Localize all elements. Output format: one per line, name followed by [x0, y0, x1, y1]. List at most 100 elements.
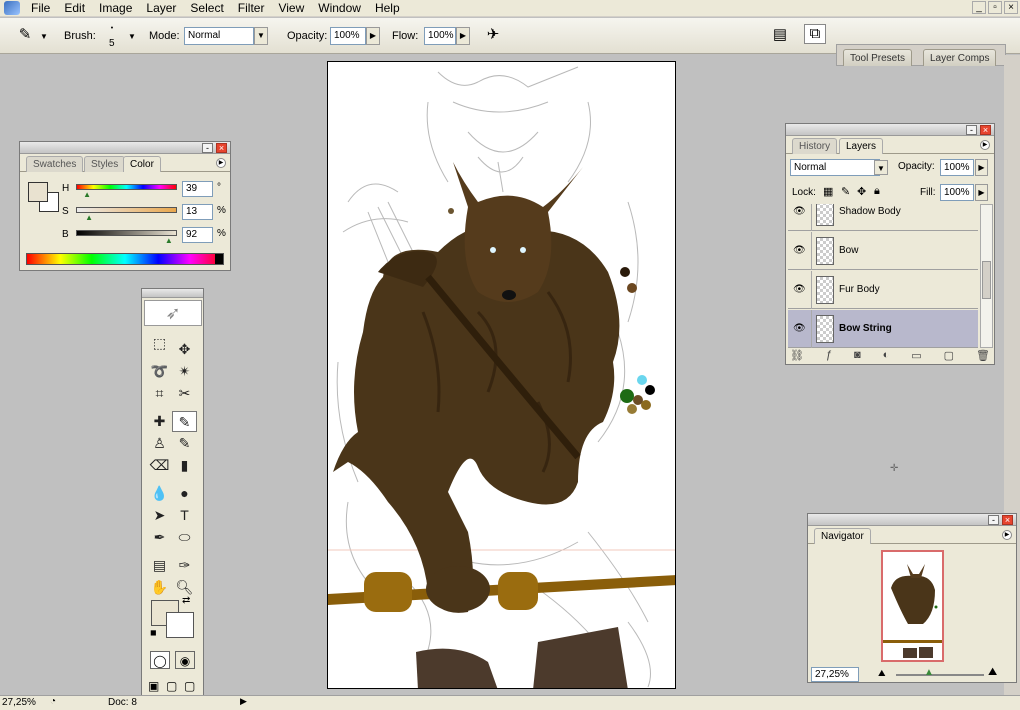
magic-wand-icon[interactable]: ✴: [172, 361, 197, 382]
menu-image[interactable]: Image: [92, 0, 139, 16]
pen-icon[interactable]: ✒: [147, 527, 172, 548]
layer-list-scrollbar[interactable]: [980, 204, 993, 348]
color-slider-thumb[interactable]: ▲: [165, 236, 173, 245]
navigator-zoom-field[interactable]: 27,25%: [811, 667, 859, 682]
new-group-icon[interactable]: ▭: [911, 349, 921, 363]
fill-field[interactable]: 100%: [940, 184, 974, 201]
panel-close-button[interactable]: ×: [980, 125, 991, 135]
color-ramp[interactable]: [26, 253, 224, 265]
zoom-slider-thumb[interactable]: ▲: [924, 667, 934, 678]
airbrush-icon[interactable]: ✈: [482, 26, 504, 44]
menu-view[interactable]: View: [271, 0, 311, 16]
panel-menu-icon[interactable]: ▶: [1002, 530, 1012, 540]
fill-arrow-icon[interactable]: ▶: [975, 184, 988, 201]
quick-mask-icon[interactable]: ◉: [175, 651, 195, 669]
tab-navigator[interactable]: Navigator: [814, 528, 871, 544]
status-info-icon[interactable]: ◔: [50, 696, 56, 707]
delete-layer-icon[interactable]: 🗑︎: [976, 349, 990, 363]
tab-history[interactable]: History: [792, 138, 838, 154]
document-canvas[interactable]: [327, 61, 676, 689]
restore-button[interactable]: ▫: [988, 1, 1002, 14]
gradient-icon[interactable]: ▮: [172, 455, 197, 476]
blur-icon[interactable]: 💧: [147, 483, 172, 504]
tab-swatches[interactable]: Swatches: [26, 156, 84, 172]
lock-all-icon[interactable]: 🔒︎: [874, 185, 880, 198]
navigator-preview[interactable]: [881, 550, 944, 662]
menu-select[interactable]: Select: [183, 0, 230, 16]
brush-picker-chevron-down-icon[interactable]: ▼: [126, 28, 138, 46]
lasso-icon[interactable]: ➰: [147, 361, 172, 382]
dodge-icon[interactable]: ●: [172, 483, 197, 504]
flow-arrow-icon[interactable]: ▶: [456, 27, 470, 45]
menu-layer[interactable]: Layer: [139, 0, 183, 16]
eye-icon[interactable]: 👁︎: [793, 206, 806, 217]
panel-minimize-button[interactable]: -: [202, 143, 213, 153]
layer-visibility-cell[interactable]: 👁︎: [788, 271, 812, 309]
default-colors-icon[interactable]: ◼: [150, 628, 157, 637]
zoom-slider[interactable]: [896, 674, 984, 676]
path-selection-icon[interactable]: ➤: [147, 505, 172, 526]
standard-mode-icon[interactable]: ◯: [150, 651, 170, 669]
menu-filter[interactable]: Filter: [231, 0, 272, 16]
opacity-arrow-icon[interactable]: ▶: [366, 27, 380, 45]
mode-chevron-down-icon[interactable]: ▼: [254, 27, 268, 45]
layer-mask-icon[interactable]: ◙: [854, 349, 861, 363]
notes-icon[interactable]: ▤: [147, 555, 172, 576]
lock-transparency-icon[interactable]: ▦: [823, 185, 833, 198]
type-icon[interactable]: T: [172, 505, 197, 526]
color-slider-track[interactable]: [76, 184, 177, 190]
blend-mode-select[interactable]: Normal: [790, 159, 880, 176]
feather-icon[interactable]: ➶: [144, 300, 202, 326]
status-menu-arrow-icon[interactable]: ▶: [240, 696, 247, 707]
brush-tip-dot-icon[interactable]: •: [106, 20, 118, 38]
scrollbar-thumb[interactable]: [982, 261, 991, 299]
eye-icon[interactable]: 👁︎: [793, 284, 806, 295]
mode-select[interactable]: Normal: [184, 27, 254, 45]
layer-visibility-cell[interactable]: 👁︎: [788, 232, 812, 270]
layer-opacity-field[interactable]: 100%: [940, 159, 974, 176]
tab-layer-comps[interactable]: Layer Comps: [923, 49, 997, 66]
eye-icon[interactable]: 👁︎: [793, 245, 806, 256]
minimize-button[interactable]: _: [972, 1, 986, 14]
flow-field[interactable]: 100%: [424, 27, 456, 45]
link-layers-icon[interactable]: ⛓: [790, 349, 804, 363]
palette-icon[interactable]: ▤: [770, 26, 790, 44]
menu-help[interactable]: Help: [368, 0, 407, 16]
color-slider-thumb[interactable]: ▲: [85, 213, 93, 222]
move-icon[interactable]: ✥: [172, 339, 197, 360]
ellipse-shape-icon[interactable]: ⬭: [172, 527, 197, 548]
panel-minimize-button[interactable]: -: [988, 515, 999, 525]
color-value-field[interactable]: 92: [182, 227, 213, 243]
screen-mode-full-menu-icon[interactable]: ▢: [166, 679, 177, 693]
menu-edit[interactable]: Edit: [57, 0, 92, 16]
slice-icon[interactable]: ✂: [172, 383, 197, 404]
blend-mode-chevron-down-icon[interactable]: ▼: [874, 160, 888, 175]
tool-preset-chevron-down-icon[interactable]: ▼: [38, 28, 50, 46]
screen-mode-standard-icon[interactable]: ▣: [148, 679, 159, 693]
layer-visibility-cell[interactable]: 👁︎: [788, 310, 812, 348]
color-slider-track[interactable]: [76, 230, 177, 236]
eye-icon[interactable]: 👁︎: [793, 323, 806, 334]
layer-style-icon[interactable]: ƒ: [826, 349, 832, 363]
color-value-field[interactable]: 13: [182, 204, 213, 220]
history-brush-icon[interactable]: ✎: [172, 433, 197, 454]
color-value-field[interactable]: 39: [182, 181, 213, 197]
tab-styles[interactable]: Styles: [84, 156, 126, 172]
swap-colors-icon[interactable]: ⇄: [182, 595, 190, 606]
bridge-icon[interactable]: ⧉: [804, 24, 826, 44]
panel-close-button[interactable]: ×: [1002, 515, 1013, 525]
eraser-icon[interactable]: ⌫: [147, 455, 172, 476]
layer-row[interactable]: 👁︎ Fur Body: [788, 271, 978, 309]
toolbox-background-color[interactable]: [166, 612, 194, 638]
lock-position-icon[interactable]: ✥: [857, 185, 866, 198]
close-button[interactable]: ×: [1004, 1, 1018, 14]
status-zoom[interactable]: 27,25%: [2, 697, 36, 708]
layer-row[interactable]: 👁︎ Shadow Body: [788, 204, 978, 231]
eyedropper-icon[interactable]: ✑: [172, 555, 197, 576]
panel-menu-icon[interactable]: ▶: [216, 158, 226, 168]
layer-row[interactable]: 👁︎ Bow: [788, 232, 978, 270]
tab-color[interactable]: Color: [123, 156, 161, 172]
new-layer-icon[interactable]: ▢: [944, 349, 954, 363]
lock-image-icon[interactable]: ✎: [841, 185, 850, 198]
layer-visibility-cell[interactable]: 👁︎: [788, 204, 812, 231]
